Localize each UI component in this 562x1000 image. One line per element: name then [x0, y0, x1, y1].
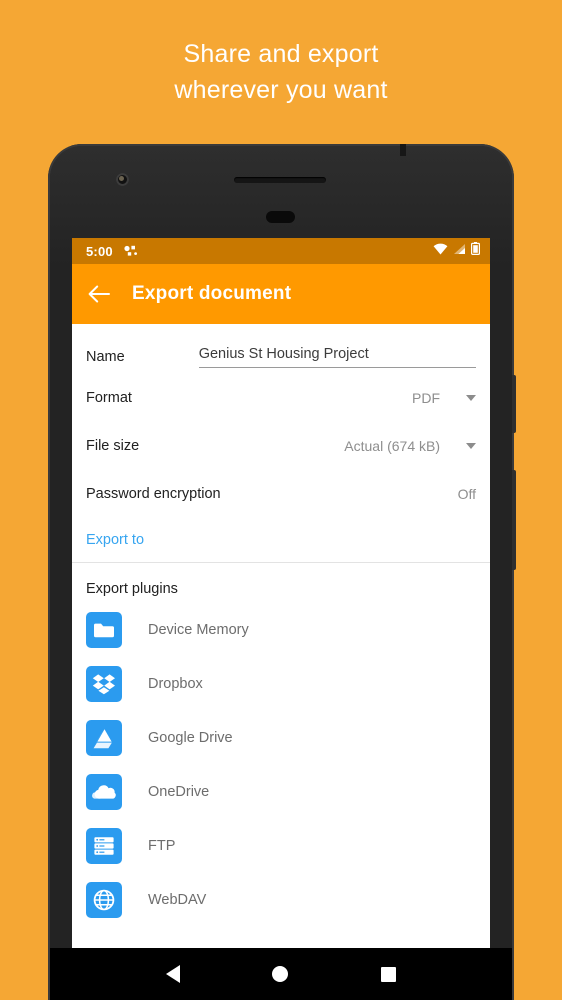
plugin-label: FTP [148, 838, 176, 854]
plugin-label: Device Memory [148, 622, 249, 638]
status-bar-time: 5:00 [86, 243, 113, 259]
page-title: Export document [132, 283, 292, 304]
password-encryption-label: Password encryption [86, 486, 221, 502]
plugin-row-webdav[interactable]: WebDAV [72, 873, 490, 927]
power-button[interactable] [512, 375, 516, 433]
password-encryption-row[interactable]: Password encryption Off [86, 470, 476, 518]
format-label: Format [86, 390, 132, 406]
earpiece-speaker [234, 177, 326, 183]
promo-line-2: wherever you want [174, 76, 388, 104]
status-bar-indicators [433, 242, 481, 260]
promo-line-1: Share and export [183, 40, 379, 68]
volume-button[interactable] [512, 470, 516, 570]
status-bar: 5:00 [72, 238, 490, 264]
file-size-label: File size [86, 438, 140, 454]
name-label: Name [86, 349, 125, 365]
screen-content: Name Format PDF File size Actual (674 kB… [72, 324, 490, 948]
dropbox-icon [86, 666, 122, 702]
export-plugins-heading: Export plugins [86, 581, 178, 597]
plugin-label: Dropbox [148, 676, 203, 692]
export-settings-form: Name Format PDF File size Actual (674 kB… [72, 324, 490, 562]
file-size-row[interactable]: File size Actual (674 kB) [86, 422, 476, 470]
promo-headline: Share and export wherever you want [0, 36, 562, 108]
file-size-value: Actual (674 kB) [344, 438, 440, 454]
plugin-row-ftp[interactable]: FTP [72, 819, 490, 873]
cell-signal-icon [453, 242, 466, 260]
front-camera-icon [116, 173, 129, 186]
chevron-down-icon-format[interactable] [466, 395, 476, 401]
chevron-down-icon-file-size[interactable] [466, 443, 476, 449]
device-screen: 5:00 Export document Name Genius St Hous… [72, 238, 490, 948]
name-input-wrapper [198, 345, 476, 368]
back-triangle-icon [166, 965, 181, 983]
nav-back-button[interactable] [166, 965, 181, 983]
plugin-row-device-memory[interactable]: Device Memory [72, 603, 490, 657]
recents-square-icon [380, 966, 396, 982]
plugin-row-google-drive[interactable]: Google Drive [72, 711, 490, 765]
nav-home-button[interactable] [272, 966, 289, 982]
plugin-label: WebDAV [148, 892, 207, 908]
export-to-row[interactable]: Export to [86, 518, 476, 562]
android-navigation-bar [50, 948, 512, 1000]
battery-icon [471, 242, 481, 260]
nav-recents-button[interactable] [380, 966, 396, 982]
export-to-link[interactable]: Export to [86, 532, 144, 548]
format-value: PDF [412, 390, 440, 406]
app-bar: Export document [72, 264, 490, 324]
dots-cluster-icon [123, 245, 139, 257]
name-row: Name [86, 324, 476, 374]
folder-icon [86, 612, 122, 648]
plugin-label: Google Drive [148, 730, 233, 746]
phone-antenna-line [400, 144, 406, 156]
plugin-row-dropbox[interactable]: Dropbox [72, 657, 490, 711]
proximity-sensor [266, 211, 295, 223]
cloud-icon [86, 774, 122, 810]
google-drive-icon [86, 720, 122, 756]
format-row[interactable]: Format PDF [86, 374, 476, 422]
plugin-label: OneDrive [148, 784, 210, 800]
name-input[interactable] [198, 346, 476, 362]
wifi-icon [433, 242, 448, 260]
plugin-row-onedrive[interactable]: OneDrive [72, 765, 490, 819]
globe-icon [86, 882, 122, 918]
home-circle-icon [272, 966, 289, 982]
password-encryption-value: Off [457, 486, 476, 502]
server-icon [86, 828, 122, 864]
back-arrow-icon[interactable] [88, 285, 110, 303]
